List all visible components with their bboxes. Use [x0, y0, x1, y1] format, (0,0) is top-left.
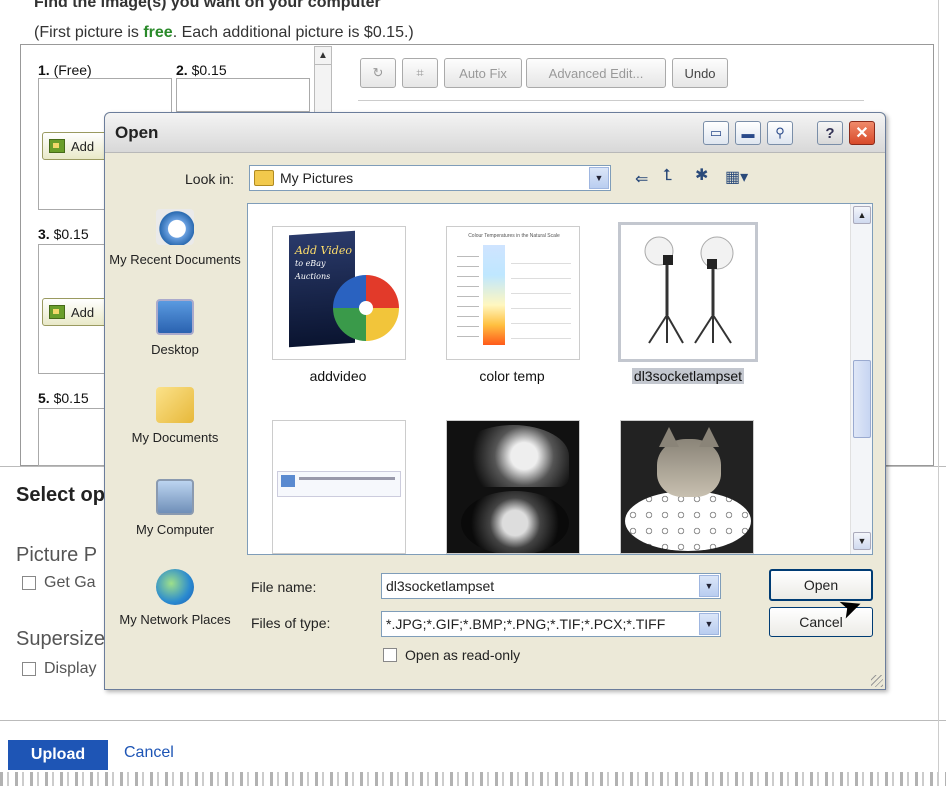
look-in-select[interactable]: My Pictures ▼	[249, 165, 611, 191]
file-type-select[interactable]: *.JPG;*.GIF;*.BMP;*.PNG;*.TIF;*.PCX;*.TI…	[381, 611, 721, 637]
file-list-scrollbar[interactable]: ▲ ▼	[850, 204, 872, 554]
file-thumb-screenshot[interactable]	[272, 420, 406, 554]
help-button[interactable]: ?	[817, 121, 843, 145]
crop-button[interactable]: ⌗	[402, 58, 438, 88]
preview-divider	[358, 100, 864, 101]
file-thumb-cat[interactable]	[620, 420, 754, 554]
close-button[interactable]: ✕	[849, 121, 875, 145]
advanced-edit-button[interactable]: Advanced Edit...	[526, 58, 666, 88]
slot-3-label: 3. $0.15	[38, 226, 89, 242]
add-photo-icon	[49, 305, 65, 319]
chevron-down-icon[interactable]: ▼	[589, 167, 609, 189]
scroll-up-icon[interactable]: ▲	[853, 206, 871, 224]
file-thumb-lamp-heads[interactable]	[446, 420, 580, 554]
file-type-label: Files of type:	[251, 615, 331, 631]
slot-5-box[interactable]	[38, 408, 108, 466]
file-name-input[interactable]: dl3socketlampset ▼	[381, 573, 721, 599]
crop-icon: ⌗	[416, 65, 424, 80]
torn-edge	[0, 772, 946, 786]
rotate-icon: ↻	[372, 65, 384, 80]
addvideo-box-subtitle: to eBay Auctions	[295, 259, 331, 281]
cancel-link[interactable]: Cancel	[124, 744, 174, 762]
get-option-checkbox[interactable]	[22, 576, 36, 590]
up-folder-icon[interactable]: ⮤	[663, 167, 672, 185]
pricing-note-free: free	[143, 24, 173, 41]
lamp-stands-image	[644, 236, 734, 344]
file-name-label: File name:	[251, 579, 317, 595]
footer-divider	[0, 720, 946, 721]
view-menu-icon[interactable]: ▦▾	[725, 167, 748, 187]
look-in-label: Look in:	[185, 171, 235, 187]
new-folder-icon[interactable]: ✱	[695, 165, 708, 185]
upload-button[interactable]: Upload	[8, 740, 108, 770]
auto-fix-button[interactable]: Auto Fix	[444, 58, 522, 88]
place-recent-documents[interactable]: My Recent Documents	[105, 209, 245, 268]
resize-grip-icon[interactable]	[871, 675, 883, 687]
my-computer-icon	[156, 479, 194, 515]
slot-2-box[interactable]	[176, 78, 310, 112]
read-only-checkbox[interactable]	[383, 648, 397, 662]
color-temp-gradient	[483, 245, 505, 345]
cat-head	[657, 439, 721, 497]
undo-button[interactable]: Undo	[672, 58, 728, 88]
rotate-button[interactable]: ↻	[360, 58, 396, 88]
chevron-down-icon[interactable]: ▼	[699, 575, 719, 597]
network-places-icon	[156, 569, 194, 605]
back-icon[interactable]: ⇐	[635, 169, 648, 189]
leopard-cushion	[625, 491, 751, 551]
picture-options-heading: Picture P	[16, 544, 98, 566]
get-option[interactable]: Get Ga	[22, 574, 96, 592]
file-thumb-dl3socketlampset[interactable]	[618, 222, 758, 362]
color-temp-chart-title: Colour Temperatures in the Natural Scale	[468, 233, 560, 239]
scroll-down-icon[interactable]: ▼	[853, 532, 871, 550]
file-thumb-addvideo[interactable]: Add Video to eBay Auctions	[272, 226, 406, 360]
select-options-heading: Select op	[16, 484, 105, 506]
page-edge	[938, 0, 939, 786]
place-desktop[interactable]: Desktop	[105, 299, 245, 358]
page-icon[interactable]: ▭	[703, 121, 729, 145]
add-photo-icon	[49, 139, 65, 153]
scroll-up-arrow-icon[interactable]: ▲	[315, 47, 331, 65]
pricing-note-suffix: . Each additional picture is $0.15.)	[172, 24, 414, 41]
open-dialog: Open ▭ ▬ ⚲ ? ✕ Look in: My Pictures ▼ ⇐ …	[104, 112, 886, 690]
file-list[interactable]: Add Video to eBay Auctions addvideo Colou…	[247, 203, 873, 555]
addvideo-box-title: Add Video	[295, 244, 352, 257]
display-option-checkbox[interactable]	[22, 662, 36, 676]
display-option[interactable]: Display	[22, 660, 96, 678]
place-my-computer[interactable]: My Computer	[105, 479, 245, 538]
file-name-addvideo[interactable]: addvideo	[258, 368, 418, 384]
my-documents-icon	[156, 387, 194, 423]
recent-documents-icon	[156, 209, 194, 245]
slot-2-label: 2. $0.15	[176, 62, 227, 78]
supersize-heading: Supersize	[16, 628, 105, 650]
file-name-color-temp[interactable]: color temp	[432, 368, 592, 384]
place-my-documents[interactable]: My Documents	[105, 387, 245, 446]
folder-icon[interactable]: ▬	[735, 121, 761, 145]
place-network[interactable]: My Network Places	[105, 569, 245, 628]
file-name-dl3socketlampset[interactable]: dl3socketlampset	[608, 368, 768, 384]
screenshot-image-icon	[281, 475, 295, 487]
wrench-icon[interactable]: ⚲	[767, 121, 793, 145]
pricing-note: (First picture is free. Each additional …	[34, 24, 414, 42]
dialog-title: Open	[115, 123, 159, 142]
scroll-thumb[interactable]	[853, 360, 871, 438]
my-pictures-folder-icon	[254, 170, 274, 186]
chevron-down-icon[interactable]: ▼	[699, 613, 719, 635]
dialog-titlebar[interactable]: Open ▭ ▬ ⚲ ? ✕	[105, 113, 885, 153]
places-bar: My Recent Documents Desktop My Documents…	[105, 203, 245, 683]
desktop-icon	[156, 299, 194, 335]
slot-5-label: 5. $0.15	[38, 390, 89, 406]
file-thumb-color-temp[interactable]: Colour Temperatures in the Natural Scale	[446, 226, 580, 360]
read-only-option[interactable]: Open as read-only	[383, 647, 520, 663]
add-picture-button-1[interactable]: Add	[42, 132, 112, 160]
pricing-note-prefix: (First picture is	[34, 24, 144, 41]
add-picture-button-3[interactable]: Add	[42, 298, 112, 326]
page-heading: Find the image(s) you want on your compu…	[34, 0, 381, 11]
look-in-value: My Pictures	[280, 170, 354, 186]
slot-1-label: 1. (Free)	[38, 62, 92, 78]
